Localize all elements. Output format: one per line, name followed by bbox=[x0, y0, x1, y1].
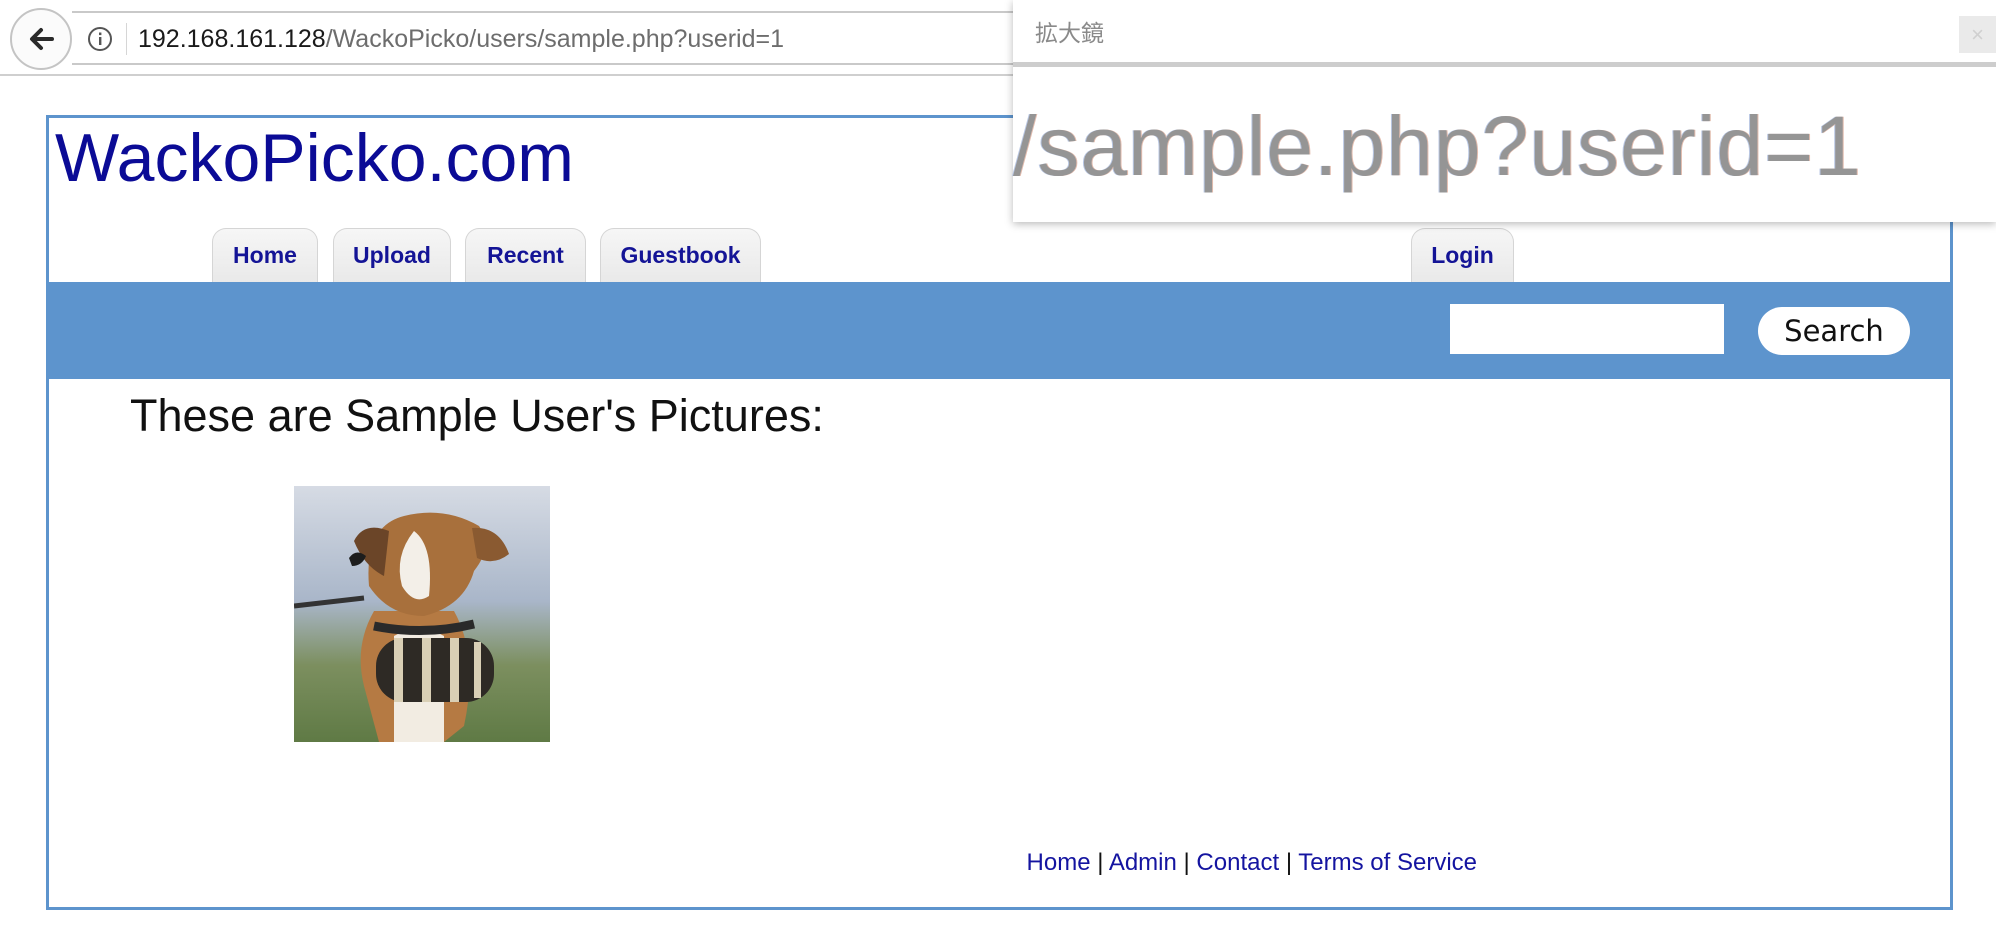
dog-photo bbox=[294, 486, 550, 742]
page-container: WackoPicko.com Home Upload Recent Guestb… bbox=[46, 115, 1953, 910]
search-input[interactable] bbox=[1450, 304, 1724, 354]
tab-login[interactable]: Login bbox=[1411, 228, 1514, 282]
tab-recent[interactable]: Recent bbox=[465, 228, 586, 282]
address-divider bbox=[126, 23, 127, 55]
footer-separator: | bbox=[1285, 849, 1293, 876]
magnified-url-text: /sample.php?userid=1 bbox=[1013, 99, 1862, 193]
footer-link-admin[interactable]: Admin bbox=[1109, 849, 1177, 876]
footer-link-terms[interactable]: Terms of Service bbox=[1298, 849, 1477, 876]
magnifier-window[interactable]: 拡大鏡 × /sample.php?userid=1 bbox=[1013, 0, 1996, 222]
user-picture-thumbnail[interactable] bbox=[294, 486, 550, 742]
footer-link-home[interactable]: Home bbox=[1027, 849, 1091, 876]
url-path: /WackoPicko/users/sample.php?userid=1 bbox=[325, 25, 785, 53]
back-arrow-icon bbox=[30, 28, 54, 50]
url-text[interactable]: 192.168.161.128/WackoPicko/users/sample.… bbox=[138, 25, 784, 54]
barrel bbox=[376, 638, 494, 702]
footer-separator: | bbox=[1183, 849, 1190, 876]
url-host: 192.168.161.128 bbox=[138, 25, 326, 53]
site-title-link[interactable]: WackoPicko.com bbox=[55, 118, 574, 198]
info-icon[interactable] bbox=[86, 25, 114, 53]
tab-guestbook[interactable]: Guestbook bbox=[600, 228, 761, 282]
search-button[interactable]: Search bbox=[1758, 307, 1910, 355]
footer-links: Home | Admin | Contact | Terms of Servic… bbox=[49, 849, 1477, 877]
footer-separator: | bbox=[1097, 849, 1104, 876]
close-icon[interactable]: × bbox=[1959, 16, 1996, 53]
magnifier-divider bbox=[1013, 62, 1996, 67]
back-button[interactable] bbox=[10, 8, 72, 70]
address-bar[interactable]: 192.168.161.128/WackoPicko/users/sample.… bbox=[72, 11, 1102, 65]
footer-link-contact[interactable]: Contact bbox=[1196, 849, 1279, 876]
magnifier-title: 拡大鏡 bbox=[1035, 20, 1104, 46]
tab-upload[interactable]: Upload bbox=[333, 228, 451, 282]
tab-home[interactable]: Home bbox=[212, 228, 318, 282]
page-heading: These are Sample User's Pictures: bbox=[130, 390, 824, 441]
search-bar: Search bbox=[49, 282, 1950, 379]
